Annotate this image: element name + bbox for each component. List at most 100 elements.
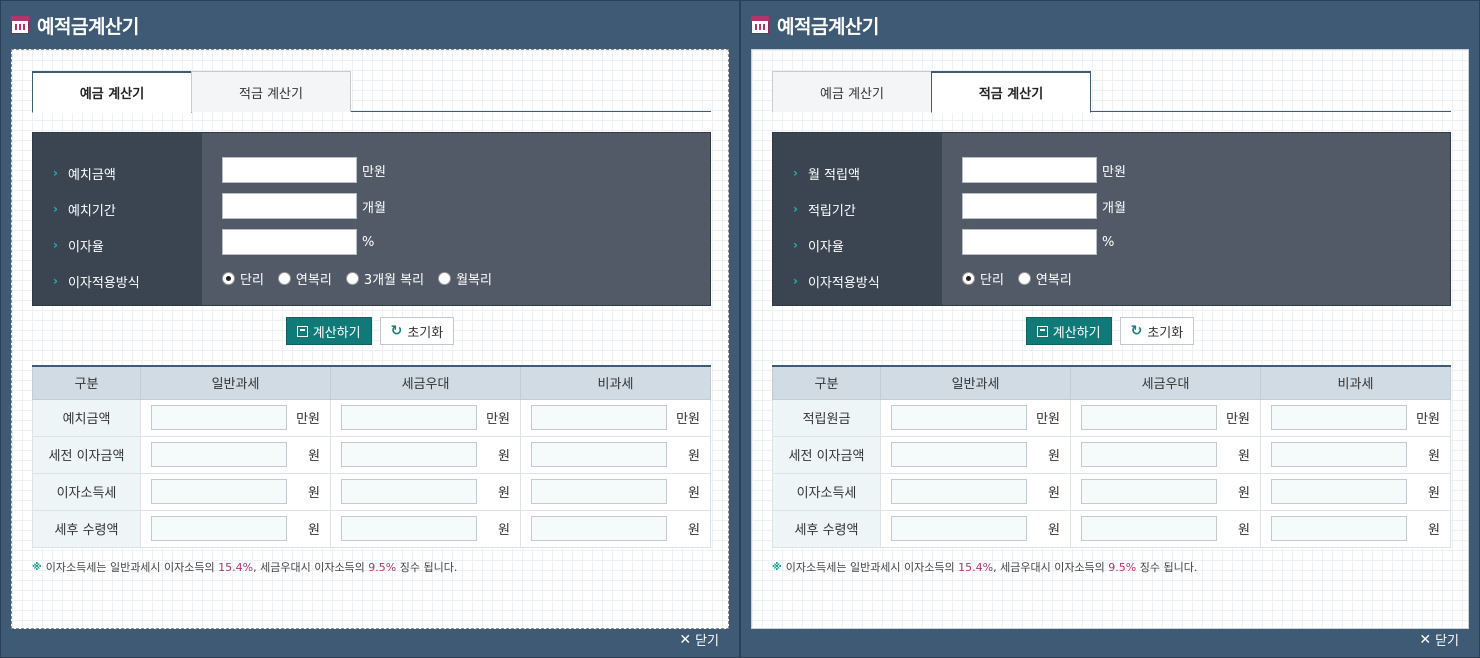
result-cell: 원 — [880, 472, 1071, 511]
result-cell-content: 원 — [151, 516, 320, 541]
result-cell: 원 — [140, 435, 331, 474]
reset-button[interactable]: ↻ 초기화 — [379, 317, 455, 345]
calculator-panel: 예금 계산기 적금 계산기 › 월 적립액 › 적립기간 › 이자율 › 이자적용방식 만원 개월… — [751, 49, 1469, 629]
amount-input[interactable] — [222, 193, 357, 219]
calendar-icon — [11, 16, 29, 34]
field-unit: 개월 — [362, 200, 386, 216]
result-cell: 원 — [880, 509, 1071, 548]
amount-input[interactable] — [222, 157, 357, 183]
result-cell-content: 원 — [891, 442, 1060, 467]
reset-button[interactable]: ↻ 초기화 — [1119, 317, 1195, 345]
title-bar: 예적금계산기 — [1, 1, 739, 49]
chevron-right-icon: › — [793, 166, 798, 180]
result-value-box — [1271, 516, 1407, 541]
tab-savings-calculator[interactable]: 적금 계산기 — [191, 71, 351, 112]
close-button[interactable]: ✕ 닫기 — [679, 630, 719, 650]
result-value-box — [341, 516, 477, 541]
column-header: 비과세 — [1260, 365, 1451, 400]
reset-label: 초기화 — [407, 325, 444, 341]
row-label: 예치금액 — [32, 398, 141, 437]
result-value-box — [1081, 442, 1217, 467]
calculator-window-1: 예적금계산기 예금 계산기 적금 계산기 › 예치금액 › 예치기간 › 이자율 › 이자적용방식… — [0, 0, 740, 658]
note-text: 이자소득세는 일반과세시 이자소득의 15.4%, 세금우대시 이자소득의 9.… — [46, 559, 458, 575]
general-tax-rate: 15.4% — [218, 561, 254, 574]
input-form: › 예치금액 › 예치기간 › 이자율 › 이자적용방식 만원 개월 % 단리 연복리 3개월… — [32, 132, 711, 306]
interest-method-radio[interactable]: 연복리 — [277, 269, 332, 288]
field-label-text: 월 적립액 — [807, 167, 860, 183]
form-labels: › 예치금액 › 예치기간 › 이자율 › 이자적용방식 — [33, 133, 202, 305]
result-unit: 원 — [308, 449, 320, 464]
tab-deposit-calculator[interactable]: 예금 계산기 — [32, 71, 192, 113]
interest-method-radio[interactable]: 월복리 — [438, 269, 492, 288]
result-cell-content: 만원 — [891, 405, 1060, 430]
calculator-icon — [296, 325, 308, 337]
field-label: › 적립기간 — [773, 191, 942, 227]
close-icon: ✕ — [679, 631, 692, 648]
result-value-box — [891, 405, 1027, 430]
calculate-button[interactable]: 계산하기 — [1025, 317, 1112, 345]
radio-button-icon[interactable] — [438, 271, 452, 285]
note-part: 징수 됩니다. — [1136, 561, 1198, 574]
row-label: 세전 이자금액 — [32, 435, 141, 474]
result-unit: 만원 — [1036, 412, 1060, 427]
calendar-icon — [751, 16, 769, 34]
field-row: % — [222, 224, 710, 260]
amount-input[interactable] — [962, 157, 1097, 183]
column-header: 구분 — [772, 365, 881, 400]
interest-method-radio[interactable]: 단리 — [962, 269, 1004, 288]
close-icon: ✕ — [1419, 631, 1432, 648]
radio-button-icon[interactable] — [222, 271, 235, 285]
tax-note: ※ 이자소득세는 일반과세시 이자소득의 15.4%, 세금우대시 이자소득의 … — [772, 559, 1197, 575]
radio-label: 월복리 — [456, 272, 492, 288]
interest-method-radio-group: 단리 연복리 — [962, 260, 1450, 296]
table-header-row: 구분 일반과세 세금우대 비과세 — [32, 365, 711, 400]
calculate-button[interactable]: 계산하기 — [285, 317, 372, 345]
row-label: 이자소득세 — [772, 472, 881, 511]
tab-savings-calculator[interactable]: 적금 계산기 — [931, 71, 1091, 113]
interest-method-radio[interactable]: 3개월 복리 — [345, 269, 424, 288]
radio-button-icon[interactable] — [277, 271, 291, 285]
radio-button-icon[interactable] — [962, 271, 975, 285]
row-label: 세후 수령액 — [32, 509, 141, 548]
field-row: 만원 — [222, 152, 710, 188]
chevron-right-icon: › — [793, 238, 798, 252]
row-label: 세후 수령액 — [772, 509, 881, 548]
close-button[interactable]: ✕ 닫기 — [1419, 630, 1459, 650]
note-part: 징수 됩니다. — [396, 561, 458, 574]
radio-button-icon[interactable] — [1017, 271, 1031, 285]
result-unit: 원 — [498, 523, 510, 538]
table-row: 예치금액 만원 만원 만원 — [32, 398, 711, 437]
tab-deposit-calculator[interactable]: 예금 계산기 — [772, 71, 932, 112]
field-label: › 월 적립액 — [773, 155, 942, 191]
result-cell: 원 — [140, 509, 331, 548]
amount-input[interactable] — [962, 229, 1097, 255]
calculator-panel: 예금 계산기 적금 계산기 › 예치금액 › 예치기간 › 이자율 › 이자적용방식 만원 개월 … — [11, 49, 729, 629]
radio-label: 단리 — [240, 272, 264, 288]
interest-method-radio[interactable]: 연복리 — [1017, 269, 1072, 288]
result-unit: 만원 — [676, 412, 700, 427]
radio-button-icon[interactable] — [345, 271, 359, 285]
interest-method-radio[interactable]: 단리 — [222, 269, 264, 288]
note-part: 이자소득세는 일반과세시 이자소득의 — [785, 561, 959, 574]
calculator-icon — [1036, 325, 1048, 337]
field-row: 개월 — [962, 188, 1450, 224]
close-label: 닫기 — [1435, 634, 1459, 649]
amount-input[interactable] — [962, 193, 1097, 219]
form-fields: 만원 개월 % 단리 연복리 — [942, 133, 1450, 305]
result-cell: 원 — [1070, 509, 1261, 548]
note-text: 이자소득세는 일반과세시 이자소득의 15.4%, 세금우대시 이자소득의 9.… — [786, 559, 1198, 575]
result-cell-content: 원 — [341, 516, 510, 541]
result-cell-content: 원 — [341, 442, 510, 467]
chevron-right-icon: › — [793, 274, 798, 288]
result-cell: 원 — [330, 509, 521, 548]
result-unit: 만원 — [486, 412, 510, 427]
method-label-text: 이자적용방식 — [67, 275, 140, 291]
interest-method-radio-group: 단리 연복리 3개월 복리 월복리 — [222, 260, 710, 296]
field-label-text: 이자율 — [807, 239, 844, 255]
field-unit: 개월 — [1102, 200, 1126, 216]
column-header: 세금우대 — [330, 365, 521, 400]
table-header-row: 구분 일반과세 세금우대 비과세 — [772, 365, 1451, 400]
result-value-box — [1271, 405, 1407, 430]
field-label-text: 예치기간 — [67, 203, 116, 219]
amount-input[interactable] — [222, 229, 357, 255]
